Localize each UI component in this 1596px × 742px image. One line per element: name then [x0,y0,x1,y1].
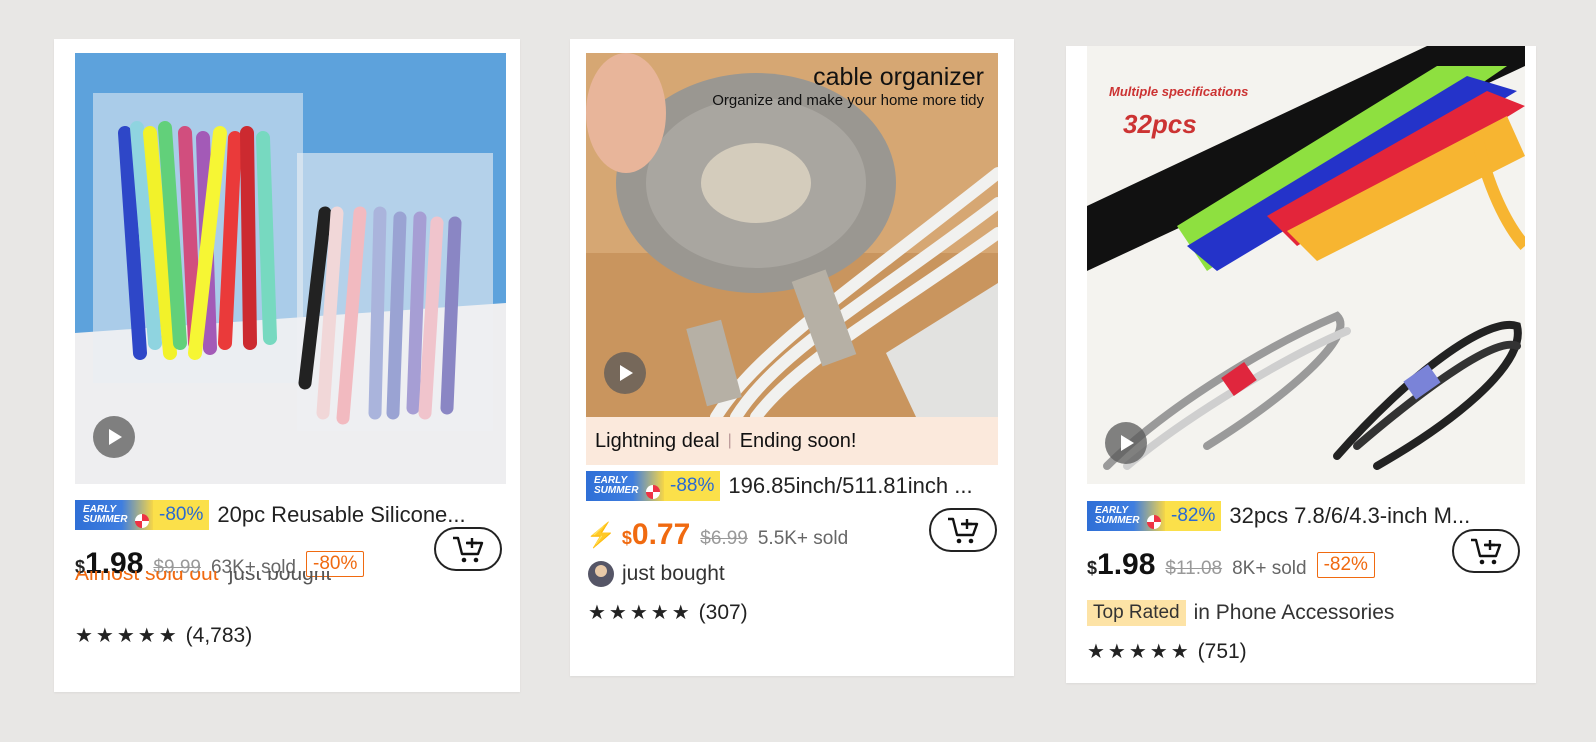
avatar [588,561,614,587]
play-icon[interactable] [604,352,646,394]
add-to-cart-button[interactable] [1452,529,1520,573]
top-rated-row[interactable]: Top Rated in Phone Accessories [1087,600,1394,626]
product-photo [75,53,506,484]
rating-row: ★★★★★ (751) [1087,639,1247,664]
badge-discount: -80% [153,500,210,530]
product-title[interactable]: 20pc Reusable Silicone... [217,502,465,528]
product-card-3[interactable]: Multiple specifications 32pcs EARLY SUMME… [1066,46,1536,683]
lightning-icon: ⚡ [586,521,616,549]
old-price: $11.08 [1165,558,1223,579]
discount-tag: -82% [1316,552,1375,578]
price-row: $ 1.98 $11.08 8K+ sold -82% [1087,548,1375,582]
deal-countdown: Ending soon! [739,429,857,452]
product-image[interactable]: Multiple specifications 32pcs [1087,46,1525,484]
category-link[interactable]: in Phone Accessories [1194,601,1395,625]
sold-count: 8K+ sold [1232,558,1307,579]
rating-count: (751) [1197,639,1247,663]
image-caption: Multiple specifications 32pcs [1109,84,1249,139]
deal-label: Lightning deal [595,429,720,452]
add-to-cart-icon [948,517,979,544]
add-to-cart-icon [1471,538,1502,565]
beach-ball-icon [135,514,149,528]
currency-symbol: $ [621,528,632,548]
currency-symbol: $ [1087,558,1098,578]
add-to-cart-button[interactable] [434,527,502,571]
rating-count: (4,783) [185,623,253,647]
rating-row: ★★★★★ (307) [588,600,748,625]
product-card-1[interactable]: EARLY SUMMER -80% 20pc Reusable Silicone.… [54,39,520,692]
title-row[interactable]: EARLY SUMMER -88% 196.85inch/511.81inch .… [586,471,1001,501]
top-rated-badge: Top Rated [1087,600,1186,626]
image-caption: cable organizer Organize and make your h… [712,63,984,109]
badge-discount: -82% [1165,501,1222,531]
early-summer-badge: EARLY SUMMER -82% [1087,501,1222,531]
star-rating-icon: ★★★★★ [1087,641,1192,663]
lightning-deal-bar: Lightning deal | Ending soon! [586,417,998,465]
star-rating-icon: ★★★★★ [588,602,693,624]
rating-count: (307) [698,600,748,624]
rating-row: ★★★★★ (4,783) [75,623,252,648]
price: 0.77 [631,518,691,551]
badge-discount: -88% [664,471,721,501]
almost-sold-out-strip: Almost sold out just bought [75,571,332,585]
product-image[interactable]: cable organizer Organize and make your h… [586,53,998,417]
price: 1.98 [1097,548,1156,581]
old-price: $6.99 [700,528,748,549]
beach-ball-icon [1147,515,1161,529]
title-row[interactable]: EARLY SUMMER -80% 20pc Reusable Silicone.… [75,500,503,530]
recent-buyer-row: just bought [588,561,725,587]
price-row: ⚡ $ 0.77 $6.99 5.5K+ sold [586,518,848,552]
product-image[interactable] [75,53,506,484]
beach-ball-icon [646,485,660,499]
play-icon[interactable] [1105,422,1147,464]
product-title[interactable]: 32pcs 7.8/6/4.3-inch M... [1229,503,1470,529]
early-summer-badge: EARLY SUMMER -80% [75,500,210,530]
add-to-cart-button[interactable] [929,508,997,552]
star-rating-icon: ★★★★★ [75,625,180,647]
title-row[interactable]: EARLY SUMMER -82% 32pcs 7.8/6/4.3-inch M.… [1087,501,1525,531]
early-summer-badge: EARLY SUMMER -88% [586,471,721,501]
product-card-2[interactable]: cable organizer Organize and make your h… [570,39,1014,676]
add-to-cart-icon [453,536,484,563]
product-title[interactable]: 196.85inch/511.81inch ... [728,473,972,499]
sold-count: 5.5K+ sold [757,528,849,549]
play-icon[interactable] [93,416,135,458]
buyer-text: just bought [622,562,725,585]
